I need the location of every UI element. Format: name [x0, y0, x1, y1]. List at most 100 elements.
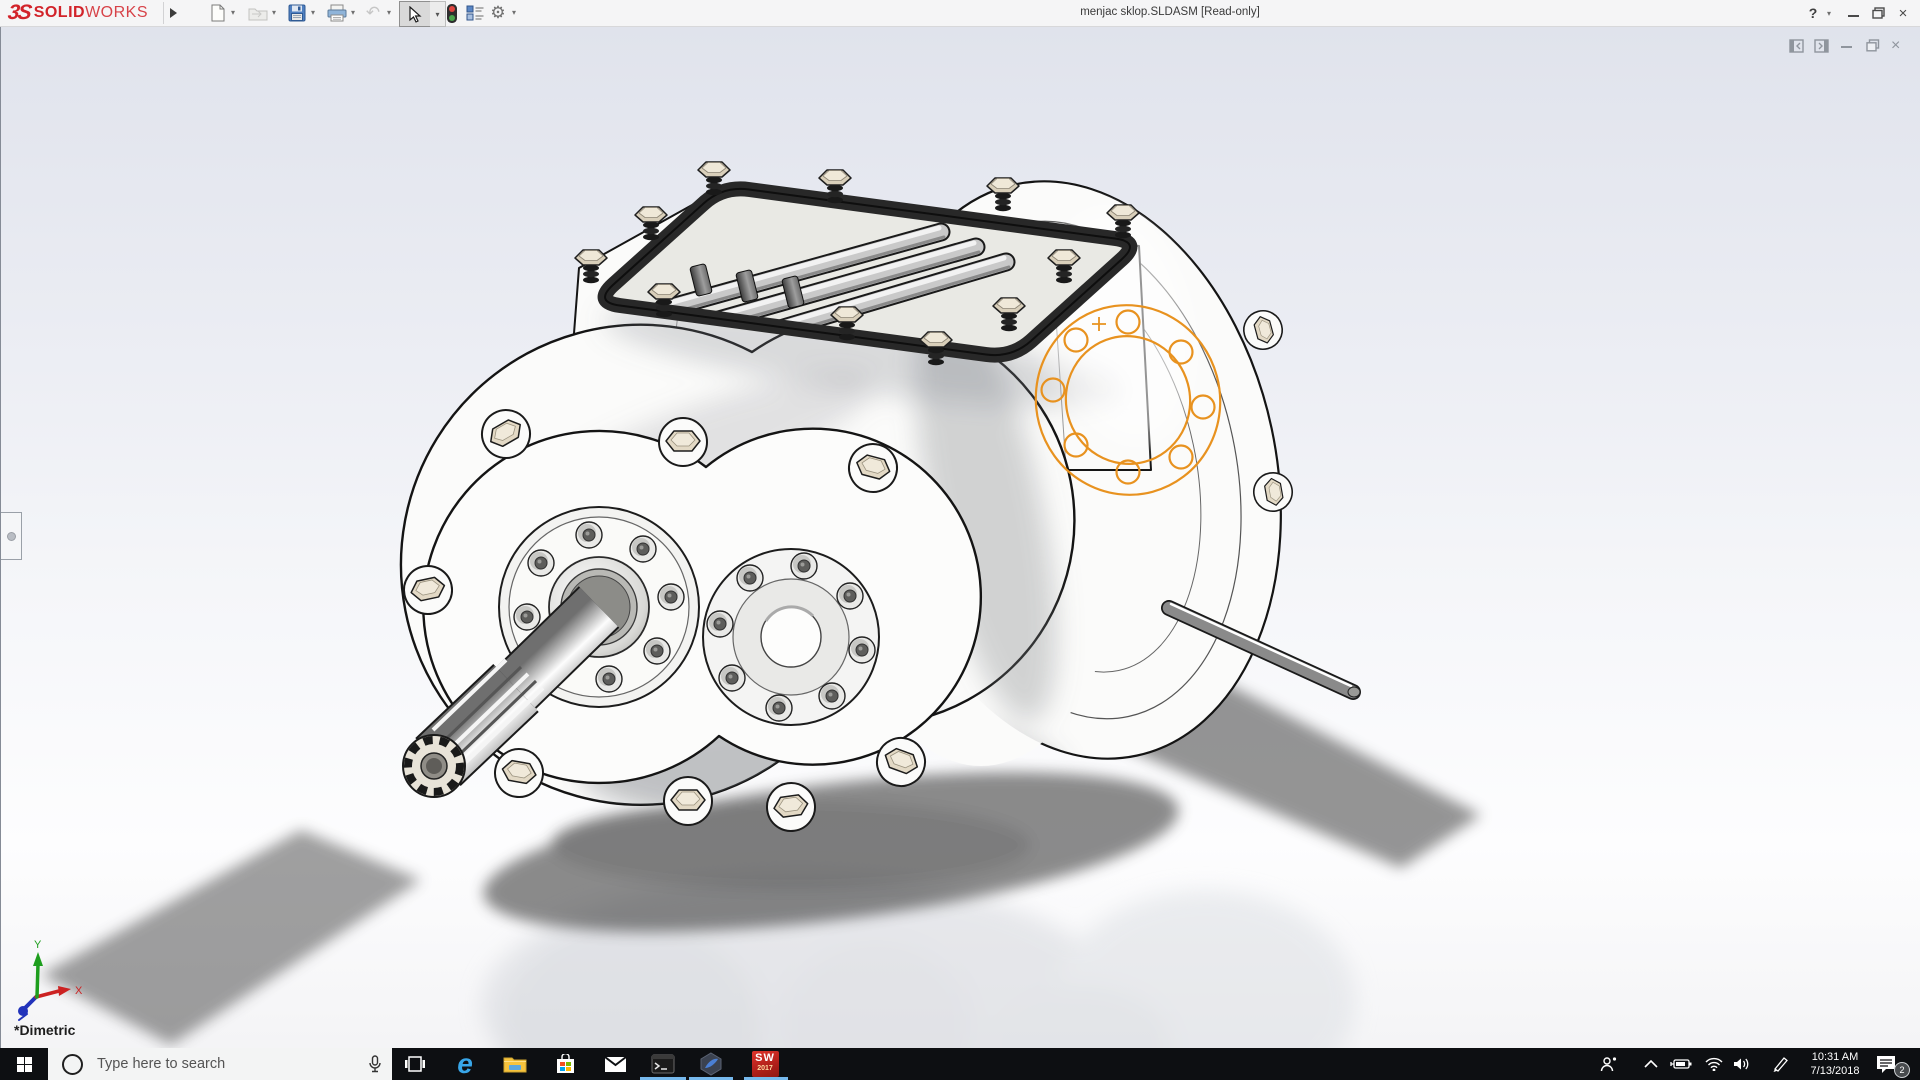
tab-handle-dot	[7, 532, 16, 541]
edge-button[interactable]: e	[442, 1048, 488, 1080]
options-dropdown[interactable]: ▾	[512, 9, 520, 17]
hex-bolt[interactable]	[1239, 306, 1286, 353]
help-dropdown[interactable]: ▾	[1827, 10, 1835, 18]
save-dropdown[interactable]: ▾	[311, 9, 319, 17]
view-orientation-label: *Dimetric	[14, 1022, 75, 1038]
socket-screw[interactable]	[576, 522, 602, 548]
menu-flyout-button[interactable]	[163, 2, 182, 24]
select-cursor-icon	[408, 6, 422, 23]
titlebar: 3S SOLIDWORKS ▾ ▾ ▾ ▾ ↶ ▾ ▾ ⚙ ▾ menjac s…	[0, 0, 1920, 27]
display-pane-button[interactable]	[464, 2, 486, 24]
socket-screw[interactable]	[791, 553, 817, 579]
doc-restore-button[interactable]	[1866, 39, 1880, 52]
flyout-arrow-icon	[170, 8, 177, 18]
feature-tree-collapsed-tab[interactable]	[1, 512, 22, 560]
hex-bolt[interactable]	[659, 418, 707, 466]
taskbar-search[interactable]: Type here to search	[48, 1048, 392, 1080]
action-center-icon	[1876, 1055, 1896, 1073]
print-button[interactable]	[326, 2, 348, 24]
clock[interactable]: 10:31 AM 7/13/2018	[1800, 1050, 1870, 1078]
save-icon	[288, 4, 306, 22]
action-center-button[interactable]: 2	[1872, 1048, 1912, 1080]
restore-icon	[1872, 7, 1885, 19]
display-states-button[interactable]	[441, 2, 463, 24]
store-icon	[555, 1054, 576, 1074]
open-button[interactable]	[247, 2, 269, 24]
triad-y-label: Y	[34, 939, 42, 951]
solidworks-app-button[interactable]: SW 2017	[742, 1048, 788, 1080]
socket-screw[interactable]	[528, 550, 554, 576]
clock-time: 10:31 AM	[1800, 1050, 1870, 1064]
hexagon-app-icon	[699, 1052, 723, 1076]
windows-logo-icon	[17, 1057, 32, 1072]
pen-icon	[1772, 1056, 1790, 1072]
task-view-button[interactable]	[392, 1048, 438, 1080]
hexagon-app-button[interactable]	[688, 1048, 734, 1080]
undo-icon: ↶	[366, 3, 380, 23]
app-restore-button[interactable]	[1868, 0, 1888, 26]
socket-screw[interactable]	[514, 604, 540, 630]
start-button[interactable]	[0, 1048, 48, 1080]
new-document-button[interactable]	[207, 2, 229, 24]
socket-screw[interactable]	[719, 665, 745, 691]
chevron-up-icon	[1644, 1060, 1658, 1068]
socket-screw[interactable]	[819, 683, 845, 709]
mail-icon	[604, 1056, 627, 1073]
doc-restore-icon	[1866, 39, 1880, 52]
notification-badge: 2	[1894, 1062, 1910, 1078]
socket-screw[interactable]	[849, 637, 875, 663]
clock-date: 7/13/2018	[1800, 1064, 1870, 1078]
app-close-button[interactable]: ×	[1893, 0, 1913, 26]
socket-screw[interactable]	[707, 611, 733, 637]
hex-bolt[interactable]	[664, 777, 712, 825]
undo-dropdown[interactable]: ▾	[387, 9, 395, 17]
volume-button[interactable]	[1726, 1048, 1756, 1080]
right-flange[interactable]	[703, 549, 879, 725]
command-prompt-button[interactable]	[640, 1048, 686, 1080]
solidworks-logo: 3S SOLIDWORKS	[8, 1, 148, 25]
network-button[interactable]	[1699, 1048, 1729, 1080]
solidworks-app-icon: SW 2017	[752, 1051, 779, 1077]
help-button[interactable]: ?	[1804, 0, 1822, 26]
print-icon	[327, 4, 347, 22]
select-tool-button[interactable]	[399, 1, 431, 27]
pane-right-icon	[1814, 39, 1829, 53]
solidworks-logo-mark: 3S	[6, 1, 31, 25]
doc-minimize-button[interactable]	[1841, 46, 1852, 48]
microphone-icon[interactable]	[368, 1055, 382, 1073]
options-button[interactable]: ⚙	[487, 2, 509, 24]
battery-button[interactable]	[1666, 1048, 1696, 1080]
tray-overflow-button[interactable]	[1636, 1048, 1666, 1080]
socket-screw[interactable]	[658, 584, 684, 610]
windows-ink-button[interactable]	[1766, 1048, 1796, 1080]
people-button[interactable]	[1594, 1048, 1624, 1080]
wifi-icon	[1705, 1057, 1723, 1071]
store-button[interactable]	[542, 1048, 588, 1080]
socket-screw[interactable]	[644, 638, 670, 664]
search-placeholder-text: Type here to search	[97, 1056, 225, 1072]
doc-close-button[interactable]: ×	[1891, 37, 1900, 55]
file-explorer-icon	[503, 1055, 527, 1074]
socket-screw[interactable]	[630, 536, 656, 562]
toggle-left-pane-button[interactable]	[1789, 39, 1804, 53]
new-dropdown[interactable]: ▾	[231, 9, 239, 17]
triad-x-label: X	[75, 985, 83, 997]
undo-button[interactable]: ↶	[362, 2, 384, 24]
socket-screw[interactable]	[766, 695, 792, 721]
task-view-icon	[404, 1055, 426, 1073]
cortana-icon	[62, 1054, 83, 1075]
file-explorer-button[interactable]	[492, 1048, 538, 1080]
open-dropdown[interactable]: ▾	[272, 9, 280, 17]
toggle-right-pane-button[interactable]	[1814, 39, 1829, 53]
battery-charging-icon	[1670, 1058, 1692, 1070]
gear-icon: ⚙	[490, 3, 505, 23]
mail-button[interactable]	[592, 1048, 638, 1080]
graphics-area[interactable]: Y X × *Dimetric	[0, 26, 1920, 1048]
socket-screw[interactable]	[596, 666, 622, 692]
save-button[interactable]	[286, 2, 308, 24]
app-minimize-button[interactable]	[1844, 0, 1862, 26]
traffic-light-icon	[447, 4, 457, 23]
socket-screw[interactable]	[737, 565, 763, 591]
print-dropdown[interactable]: ▾	[351, 9, 359, 17]
socket-screw[interactable]	[837, 583, 863, 609]
